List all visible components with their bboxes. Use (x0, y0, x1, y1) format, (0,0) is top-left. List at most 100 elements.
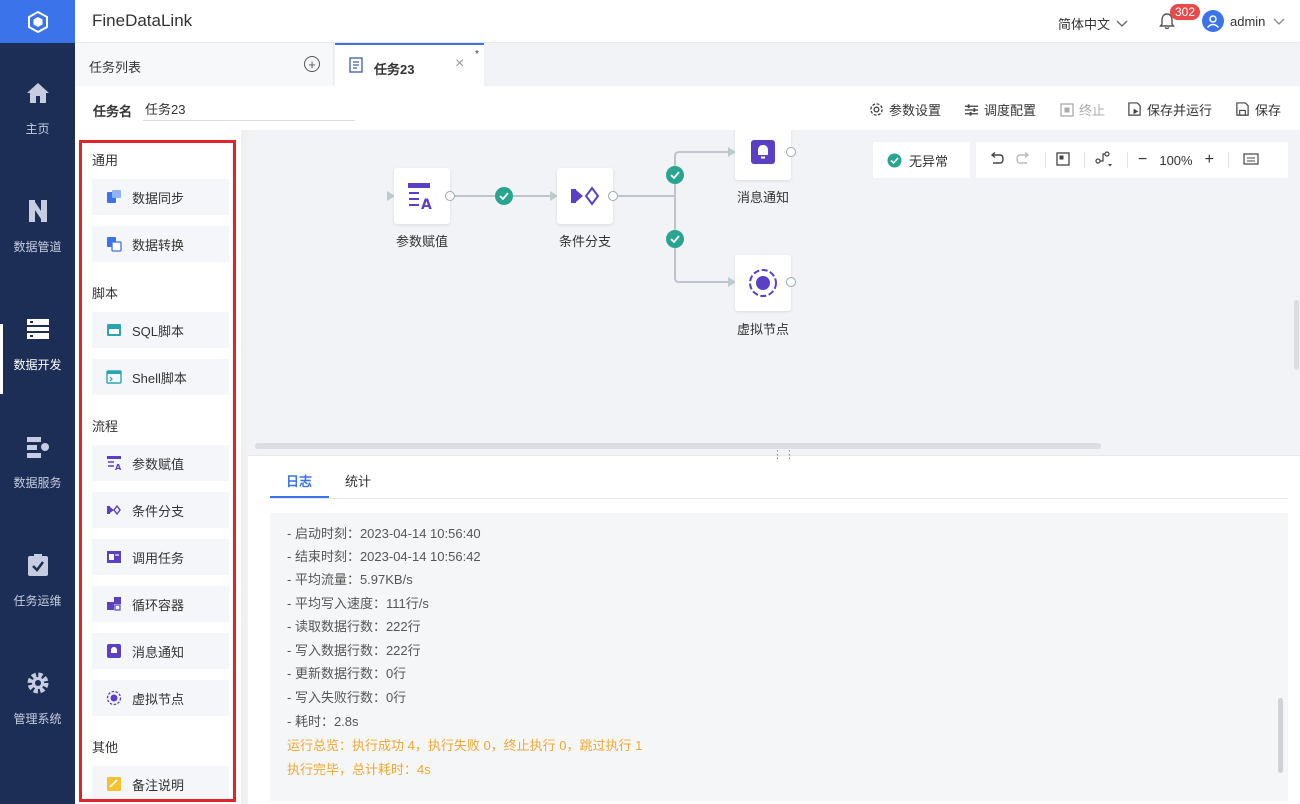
user-icon (1206, 15, 1220, 28)
button-label: 调度配置 (984, 103, 1037, 118)
component-shell-script[interactable]: Shell脚本 (92, 359, 229, 395)
log-finish: 执行完毕，总计耗时：4s (287, 762, 431, 777)
component-note[interactable]: 备注说明 (92, 766, 229, 802)
flow-canvas[interactable]: A 参数赋值 条件分支 消息通知 虚拟节点 无异常 − 100% + (248, 130, 1300, 455)
save-button[interactable]: 保存 (1235, 100, 1281, 119)
data-transform-icon (106, 236, 122, 252)
connector-style-icon[interactable] (1095, 150, 1113, 170)
data-sync-icon (106, 189, 122, 205)
component-label: 条件分支 (132, 503, 185, 519)
param-assign-icon: A (106, 455, 122, 471)
node-message-notify[interactable] (735, 130, 791, 180)
tab-task23[interactable]: 任务23 × * (335, 43, 484, 86)
node-condition-branch[interactable] (557, 168, 613, 224)
divider (1227, 152, 1229, 168)
tab-label: 任务23 (374, 62, 415, 77)
node-virtual[interactable] (735, 255, 791, 311)
component-label: 数据转换 (132, 237, 185, 253)
main-nav: 主页 数据管道 数据开发 数据服务 任务运维 管理系统 (0, 0, 75, 804)
tab-divider (270, 498, 1288, 499)
gear-icon (25, 670, 51, 696)
dev-icon (25, 316, 51, 342)
schedule-config-button[interactable]: 调度配置 (964, 100, 1036, 119)
divider (1127, 152, 1128, 168)
canvas-v-scrollbar[interactable] (1294, 300, 1299, 370)
button-label: 保存并运行 (1147, 103, 1213, 118)
section-title-flow: 流程 (92, 419, 119, 434)
user-menu[interactable]: admin (1230, 14, 1285, 29)
output-port[interactable] (786, 277, 796, 287)
virtual-node-icon (106, 690, 122, 706)
check-circle-icon (887, 153, 902, 167)
save-and-run-button[interactable]: 保存并运行 (1127, 100, 1212, 119)
zoom-in-icon[interactable]: + (1205, 151, 1214, 169)
log-line: - 写入数据行数：222行 (287, 643, 421, 658)
username: admin (1230, 14, 1266, 29)
log-line: - 启动时刻：2023-04-14 10:56:40 (287, 526, 481, 541)
component-param-assign[interactable]: A 参数赋值 (92, 445, 229, 481)
params-settings-button[interactable]: 参数设置 (869, 100, 941, 119)
resize-handle[interactable]: ⋮⋮ (772, 448, 796, 461)
component-sql-script[interactable]: SQL脚本 (92, 312, 229, 348)
check-icon (666, 230, 684, 248)
component-label: SQL脚本 (132, 323, 185, 339)
component-call-task[interactable]: 调用任务 (92, 539, 229, 575)
avatar[interactable] (1202, 10, 1224, 32)
canvas-toolbar: − 100% + (976, 142, 1288, 178)
notification-badge: 302 (1170, 4, 1201, 20)
component-label: 参数赋值 (132, 456, 185, 472)
task-name-input[interactable] (143, 96, 355, 121)
divider (1045, 152, 1046, 168)
fit-view-icon[interactable] (1056, 151, 1070, 169)
clipboard-check-icon (25, 552, 51, 578)
section-title-script: 脚本 (92, 286, 119, 301)
redo-icon[interactable] (1016, 151, 1031, 168)
nav-item-dev[interactable]: 数据开发 (0, 316, 75, 416)
active-tab-indicator (270, 496, 329, 498)
status-text: 无异常 (909, 153, 949, 169)
nav-item-home[interactable]: 主页 (0, 80, 75, 180)
stop-button[interactable]: 终止 (1060, 100, 1105, 119)
node-label: 参数赋值 (396, 234, 449, 249)
tab-stats[interactable]: 统计 (345, 471, 371, 490)
component-virtual-node[interactable]: 虚拟节点 (92, 680, 229, 716)
call-task-icon (106, 549, 122, 565)
component-message-notify[interactable]: 消息通知 (92, 633, 229, 669)
component-label: 循环容器 (132, 597, 185, 613)
nav-label: 管理系统 (13, 712, 62, 726)
log-line: - 写入失败行数：0行 (287, 690, 407, 705)
branch-icon (571, 186, 600, 206)
node-param-assign[interactable]: A (394, 168, 450, 224)
component-label: 消息通知 (132, 644, 185, 660)
close-icon[interactable]: × (455, 55, 464, 73)
component-data-sync[interactable]: 数据同步 (92, 179, 229, 215)
tab-log[interactable]: 日志 (286, 471, 312, 490)
canvas-h-scrollbar[interactable] (255, 443, 1101, 449)
output-port[interactable] (445, 191, 455, 201)
component-label: 虚拟节点 (132, 691, 185, 707)
add-task-button[interactable]: + (304, 56, 320, 72)
nav-label: 任务运维 (13, 594, 62, 608)
output-port[interactable] (786, 147, 796, 157)
keyboard-icon[interactable] (1243, 152, 1259, 168)
check-icon (495, 187, 513, 205)
language-selector[interactable]: 简体中文 (1058, 14, 1128, 33)
message-icon (751, 140, 775, 164)
sliders-icon (964, 103, 979, 116)
home-icon (25, 80, 51, 106)
component-loop-container[interactable]: 循环容器 (92, 586, 229, 622)
nav-item-admin[interactable]: 管理系统 (0, 670, 75, 770)
component-data-transform[interactable]: 数据转换 (92, 226, 229, 262)
undo-icon[interactable] (989, 151, 1004, 168)
log-summary: 运行总览：执行成功 4，执行失败 0，终止执行 0，跳过执行 1 (287, 738, 643, 753)
component-condition-branch[interactable]: 条件分支 (92, 492, 229, 528)
nav-item-service[interactable]: 数据服务 (0, 434, 75, 534)
nav-item-pipeline[interactable]: 数据管道 (0, 198, 75, 298)
output-port[interactable] (608, 191, 618, 201)
log-panel: ⋮⋮ 日志 统计 - 启动时刻：2023-04-14 10:56:40 - 结束… (248, 449, 1300, 804)
log-scrollbar[interactable] (1278, 698, 1283, 773)
nav-item-ops[interactable]: 任务运维 (0, 552, 75, 652)
panel-scrollbar[interactable] (241, 130, 247, 804)
zoom-out-icon[interactable]: − (1138, 151, 1147, 169)
logo[interactable] (0, 0, 75, 43)
